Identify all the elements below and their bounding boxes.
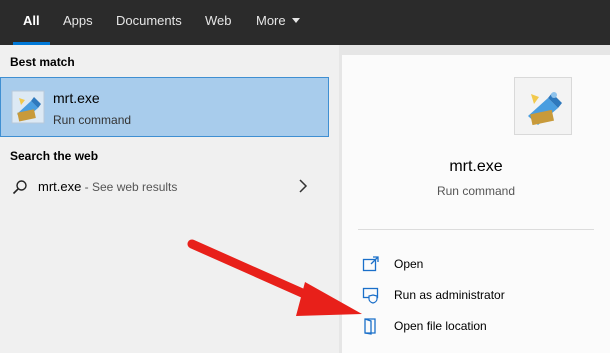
results-pane: Best match mrt.exe Run command Search th… <box>0 45 339 353</box>
folder-icon <box>364 318 376 335</box>
web-search-suffix: - See web results <box>81 180 178 194</box>
tab-all[interactable]: All <box>13 0 50 45</box>
mrt-app-icon <box>11 90 45 124</box>
open-icon <box>362 256 379 272</box>
open-label: Open <box>394 257 424 271</box>
open-file-location-action[interactable]: Open file location <box>362 315 592 339</box>
details-app-subtitle: Run command <box>436 184 516 198</box>
tab-more[interactable]: More <box>256 0 300 45</box>
web-search-query: mrt.exe <box>38 179 82 194</box>
search-icon <box>12 180 27 195</box>
best-match-name: mrt.exe <box>53 90 100 106</box>
details-pane: mrt.exe Run command Open Run as administ… <box>339 45 610 353</box>
run-as-admin-action[interactable]: Run as administrator <box>362 284 592 308</box>
search-web-heading: Search the web <box>10 149 99 163</box>
app-icon-tile <box>514 77 572 135</box>
details-divider <box>358 229 594 230</box>
best-match-subtitle: Run command <box>53 113 132 127</box>
best-match-heading: Best match <box>10 55 75 69</box>
run-as-admin-label: Run as administrator <box>394 288 505 302</box>
shield-icon <box>362 287 379 304</box>
details-app-name: mrt.exe <box>449 158 503 175</box>
tab-web[interactable]: Web <box>205 0 232 45</box>
mrt-app-icon-large <box>528 92 562 126</box>
chevron-right-icon <box>299 179 308 193</box>
caret-down-icon <box>291 18 300 24</box>
best-match-result[interactable]: mrt.exe Run command <box>0 77 329 137</box>
details-card: mrt.exe Run command Open Run as administ… <box>342 55 610 353</box>
web-search-result[interactable]: mrt.exe - See web results <box>0 173 329 201</box>
tab-apps[interactable]: Apps <box>63 0 93 45</box>
open-action[interactable]: Open <box>362 253 592 277</box>
open-file-location-label: Open file location <box>394 319 487 333</box>
web-search-text: mrt.exe - See web results <box>38 179 177 194</box>
tab-more-label: More <box>256 13 286 28</box>
tab-documents[interactable]: Documents <box>116 0 182 45</box>
search-filter-tabs: All Apps Documents Web More <box>0 0 610 45</box>
